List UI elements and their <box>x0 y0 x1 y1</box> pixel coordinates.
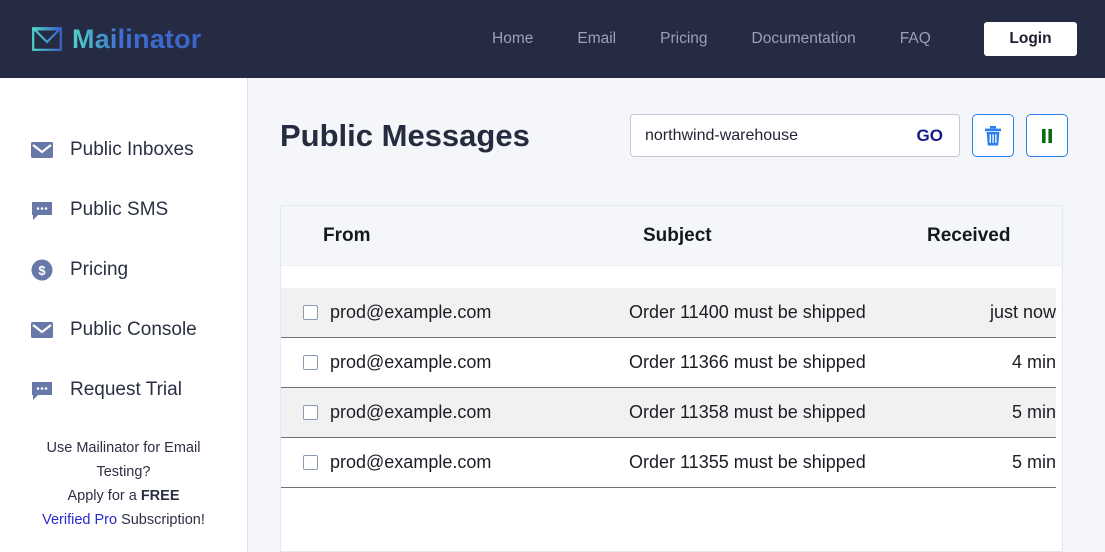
nav-item-documentation[interactable]: Documentation <box>730 0 878 78</box>
dollar-circle-icon: $ <box>31 259 53 281</box>
promo-prefix: Apply for a <box>67 488 141 504</box>
nav-item-pricing[interactable]: Pricing <box>638 0 729 78</box>
nav-item-home[interactable]: Home <box>470 0 555 78</box>
sidebar-promo: Use Mailinator for Email Testing? Apply … <box>0 436 247 532</box>
cell-received: 5 min <box>1011 402 1056 422</box>
trash-icon <box>985 125 1001 145</box>
page-title: Public Messages <box>280 118 530 153</box>
nav-item-email[interactable]: Email <box>555 0 638 78</box>
promo-line-2: Testing? <box>96 464 151 480</box>
cell-subject: Order 11358 must be shipped <box>629 402 866 422</box>
envelope-logo-icon <box>32 27 62 51</box>
cell-received: 4 min <box>1011 352 1056 372</box>
verified-pro-link[interactable]: Verified Pro <box>42 512 117 528</box>
table-row[interactable]: prod@example.com Order 11400 must be shi… <box>281 288 1056 338</box>
sidebar-item-public-sms[interactable]: Public SMS <box>0 180 247 240</box>
table-row[interactable]: prod@example.com Order 11366 must be shi… <box>281 338 1056 388</box>
cell-from: prod@example.com <box>330 352 492 372</box>
table-header-row: From Subject Received <box>281 206 1062 266</box>
chat-bubble-icon <box>32 382 52 400</box>
sidebar-item-request-trial[interactable]: Request Trial <box>0 360 247 420</box>
row-checkbox[interactable] <box>303 455 318 470</box>
pause-icon <box>1042 128 1052 143</box>
cell-subject: Order 11355 must be shipped <box>629 452 866 472</box>
brand-logo[interactable]: Mailinator <box>32 24 202 55</box>
messages-table: From Subject Received prod@example.com O… <box>280 205 1063 552</box>
promo-line-4: Verified Pro Subscription! <box>24 508 223 532</box>
table-row[interactable]: prod@example.com Order 11355 must be shi… <box>281 438 1056 488</box>
promo-free-label: FREE <box>140 488 180 504</box>
envelope-icon <box>31 322 53 338</box>
sidebar-item-label: Pricing <box>70 259 129 280</box>
row-checkbox[interactable] <box>303 305 318 320</box>
sidebar-item-label: Request Trial <box>70 379 182 400</box>
top-navigation-bar: Mailinator Home Email Pricing Documentat… <box>0 0 1105 78</box>
envelope-icon <box>31 142 53 158</box>
cell-from: prod@example.com <box>330 452 492 472</box>
svg-text:$: $ <box>38 263 46 278</box>
cell-received: 5 min <box>1011 452 1056 472</box>
promo-line-3: Apply for a FREE <box>24 484 223 508</box>
column-header-subject: Subject <box>643 224 712 246</box>
pause-button[interactable] <box>1026 114 1068 157</box>
chat-bubble-icon <box>32 202 52 220</box>
cell-received: just now <box>989 302 1056 322</box>
table-header-spacer <box>281 266 1062 288</box>
login-button[interactable]: Login <box>984 22 1077 56</box>
row-checkbox[interactable] <box>303 355 318 370</box>
promo-line-1: Use Mailinator for Email <box>46 440 201 456</box>
go-button[interactable]: GO <box>915 126 945 146</box>
main-nav: Home Email Pricing Documentation FAQ <box>470 0 953 78</box>
sidebar-item-public-inboxes[interactable]: Public Inboxes <box>0 120 247 180</box>
nav-item-faq[interactable]: FAQ <box>878 0 953 78</box>
sidebar-item-public-console[interactable]: Public Console <box>0 300 247 360</box>
sidebar-item-pricing[interactable]: $ Pricing <box>0 240 247 300</box>
sidebar-item-label: Public Console <box>70 319 197 340</box>
sidebar-item-label: Public SMS <box>70 199 169 220</box>
delete-button[interactable] <box>972 114 1014 157</box>
search-input[interactable] <box>645 126 915 145</box>
cell-from: prod@example.com <box>330 302 492 322</box>
row-checkbox[interactable] <box>303 405 318 420</box>
cell-subject: Order 11400 must be shipped <box>629 302 866 322</box>
brand-name: Mailinator <box>72 23 202 54</box>
search-box[interactable]: GO <box>630 114 960 157</box>
main-content: Public Messages GO <box>248 78 1105 552</box>
cell-subject: Order 11366 must be shipped <box>629 352 866 372</box>
sidebar-item-label: Public Inboxes <box>70 139 194 160</box>
search-toolbar: GO <box>630 114 1068 157</box>
table-row[interactable]: prod@example.com Order 11358 must be shi… <box>281 388 1056 438</box>
column-header-received: Received <box>927 224 1011 246</box>
column-header-from: From <box>323 224 371 246</box>
promo-suffix: Subscription! <box>117 512 205 528</box>
cell-from: prod@example.com <box>330 402 492 422</box>
page-body: Public Inboxes Public SMS $ Pricing Publ… <box>0 78 1105 552</box>
sidebar: Public Inboxes Public SMS $ Pricing Publ… <box>0 78 248 552</box>
